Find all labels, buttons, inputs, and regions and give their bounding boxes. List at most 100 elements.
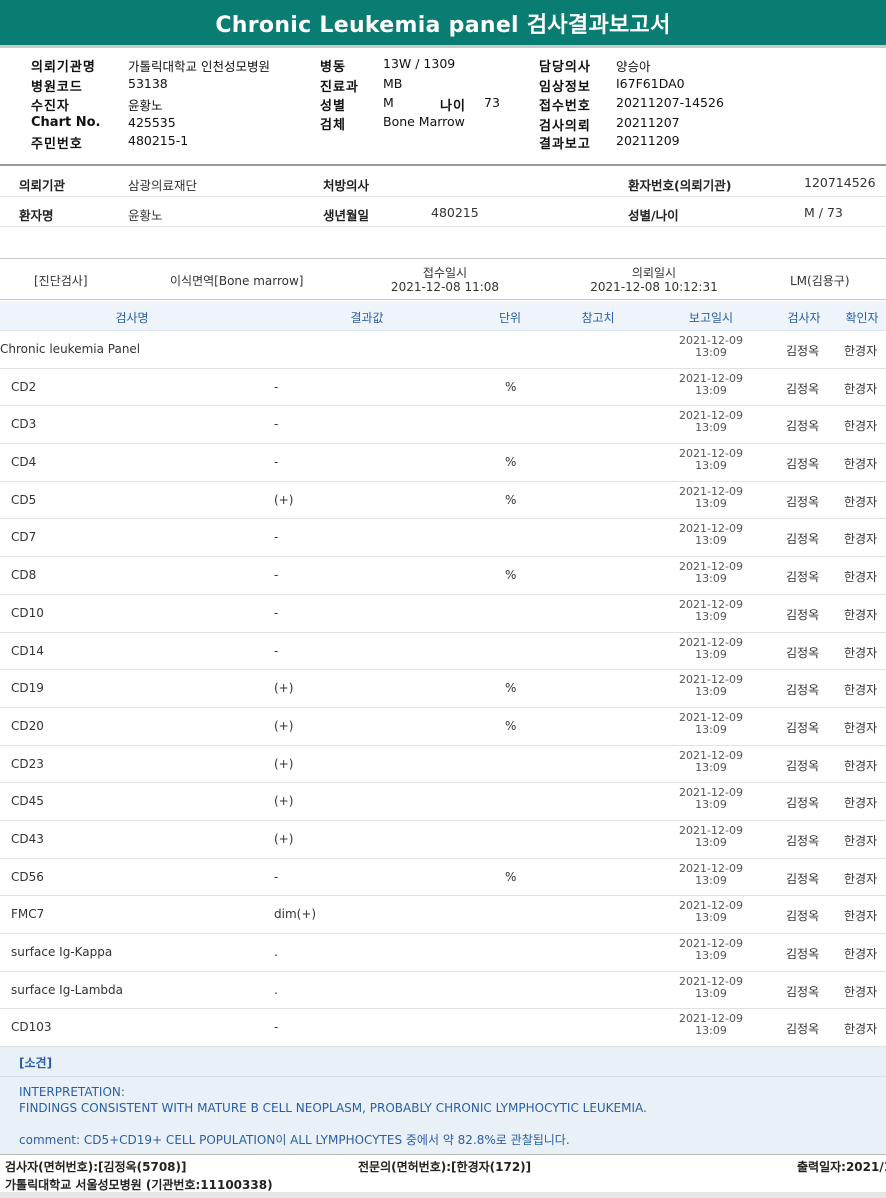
tester-name: 김정옥 [786, 1022, 820, 1037]
request-org-label: 의뢰기관 [19, 178, 66, 193]
patient-name-value: 윤황노 [128, 208, 163, 223]
result-value: - [274, 530, 279, 545]
confirmer-name: 한경자 [844, 1022, 878, 1037]
opinion-body: INTERPRETATION: FINDINGS CONSISTENT WITH… [0, 1077, 886, 1154]
report-datetime: 2021-12-09 13:09 [671, 975, 751, 1000]
test-name: FMC7 [11, 907, 45, 922]
report-time: 13:09 [695, 911, 727, 925]
tester-name: 김정옥 [786, 645, 820, 660]
tester-name: 김정옥 [786, 909, 820, 924]
clinical-info-label: 임상정보 [539, 80, 591, 95]
confirmer-name: 한경자 [844, 344, 878, 358]
result-value: - [274, 1020, 279, 1035]
test-name: CD43 [11, 831, 44, 846]
request-row-1: 의뢰기관 삼광의료재단 처방의사 환자번호(의뢰기관) 120714526 [0, 167, 886, 197]
header-tester: 검사자 [787, 311, 821, 325]
header-reference: 참고치 [581, 311, 615, 325]
tester-name: 김정옥 [786, 871, 820, 886]
test-name: CD10 [11, 605, 44, 620]
report-datetime: 2021-12-09 13:09 [671, 561, 751, 585]
test-name: CD45 [11, 794, 44, 809]
report-time: 13:09 [695, 459, 727, 473]
test-name: CD7 [11, 530, 37, 545]
opinion-findings: FINDINGS CONSISTENT WITH MATURE B CELL N… [19, 1101, 647, 1115]
report-time: 13:09 [695, 572, 727, 586]
result-value: - [274, 568, 279, 583]
report-datetime: 2021-12-09 13:09 [671, 711, 751, 736]
report-time: 13:09 [695, 609, 727, 623]
patient-name-label: 환자명 [19, 208, 54, 223]
report-datetime: 2021-12-09 13:09 [671, 674, 751, 698]
tester-name: 김정옥 [786, 796, 820, 811]
received-label: 접수일시 [422, 266, 468, 280]
report-datetime: 2021-12-09 13:09 [671, 862, 751, 887]
report-datetime: 2021-12-09 13:09 [671, 372, 751, 397]
test-name: surface Ig-Lambda [11, 982, 123, 997]
test-name: CD8 [11, 568, 37, 583]
report-datetime: 2021-12-09 13:09 [671, 900, 751, 924]
department-label: 진료과 [320, 80, 359, 95]
table-row: surface Ig-Kappa. 김정옥 한경자 2021-12-09 13:09 [0, 934, 886, 972]
report-datetime: 2021-12-09 13:09 [671, 938, 751, 962]
unit-value: % [505, 379, 517, 394]
test-name: CD5 [11, 492, 37, 507]
table-row: CD4 -% 김정옥 한경자 2021-12-09 13:09 [0, 444, 886, 482]
report-datetime: 2021-12-09 13:09 [671, 636, 751, 661]
report-time: 13:09 [695, 421, 727, 435]
confirmer-name: 한경자 [844, 984, 878, 999]
doctor-value: 양승아 [616, 59, 651, 74]
unit-value: % [505, 681, 517, 696]
table-row: CD10 - 김정옥 한경자 2021-12-09 13:09 [0, 595, 886, 633]
report-time: 13:09 [695, 1024, 727, 1038]
result-report-label: 결과보고 [539, 137, 591, 152]
chart-no-value: 425535 [128, 115, 176, 130]
receipt-no-value: 20211207-14526 [616, 95, 724, 110]
report-datetime: 2021-12-09 13:09 [671, 749, 751, 774]
report-time: 13:09 [695, 949, 727, 962]
report-datetime: 2021-12-09 13:09 [671, 523, 751, 547]
confirmer-name: 한경자 [844, 758, 878, 773]
header-unit: 단위 [498, 311, 522, 325]
confirmer-name: 한경자 [844, 796, 878, 811]
table-row: CD2 -% 김정옥 한경자 2021-12-09 13:09 [0, 369, 886, 407]
examinee-value: 윤황노 [128, 98, 163, 113]
test-name: CD2 [11, 379, 37, 394]
test-name: surface Ig-Kappa [11, 945, 113, 959]
confirmer-name: 한경자 [844, 607, 878, 622]
request-info-block: 의뢰기관 삼광의료재단 처방의사 환자번호(의뢰기관) 120714526 환자… [0, 167, 886, 229]
table-row: CD23 (+) 김정옥 한경자 2021-12-09 13:09 [0, 746, 886, 784]
horizontal-scrollbar[interactable] [0, 1192, 886, 1198]
confirmer-name: 한경자 [844, 494, 878, 509]
unit-value: % [505, 455, 517, 470]
report-time: 13:09 [695, 835, 727, 849]
result-report-value: 20211209 [616, 133, 680, 148]
tester-name: 김정옥 [786, 720, 820, 735]
confirmer-name: 한경자 [844, 645, 878, 660]
report-time: 13:09 [695, 534, 727, 548]
report-datetime: 2021-12-09 13:09 [671, 448, 751, 472]
confirmer-name: 한경자 [844, 532, 878, 547]
tester-name: 김정옥 [786, 494, 820, 509]
hospital-code-value: 53138 [128, 76, 168, 91]
resident-no-value: 480215-1 [128, 133, 189, 148]
table-row: CD103 - 김정옥 한경자 2021-12-09 13:09 [0, 1009, 886, 1048]
confirmer-name: 한경자 [844, 457, 878, 472]
report-time: 13:09 [695, 760, 727, 774]
prescriber-label: 처방의사 [323, 178, 370, 193]
patient-info-block: 의뢰기관명 가톨릭대학교 인천성모병원 병원코드 53138 수진자 윤황노 C… [0, 50, 886, 166]
result-value: - [274, 455, 279, 470]
resident-no-label: 주민번호 [31, 137, 83, 152]
report-datetime: 2021-12-09 13:09 [671, 410, 751, 434]
unit-value: % [505, 869, 517, 884]
footer-specialist: 전문의(면허번호):[한경자(172)] [358, 1160, 532, 1174]
opinion-comment: comment: CD5+CD19+ CELL POPULATION이 ALL … [19, 1133, 570, 1147]
confirmer-name: 한경자 [844, 419, 878, 434]
report-time: 13:09 [695, 798, 727, 812]
report-datetime: 2021-12-09 13:09 [671, 1013, 751, 1037]
table-row: FMC7 dim(+) 김정옥 한경자 2021-12-09 13:09 [0, 896, 886, 934]
results-table-header: 검사명 결과값 단위 참고치 보고일시 검사자 확인자 [0, 301, 886, 331]
confirmer-name: 한경자 [844, 909, 878, 924]
result-value: (+) [274, 794, 294, 809]
exam-name: 이식면역[Bone marrow] [170, 274, 304, 288]
sex-label: 성별 [320, 99, 346, 114]
